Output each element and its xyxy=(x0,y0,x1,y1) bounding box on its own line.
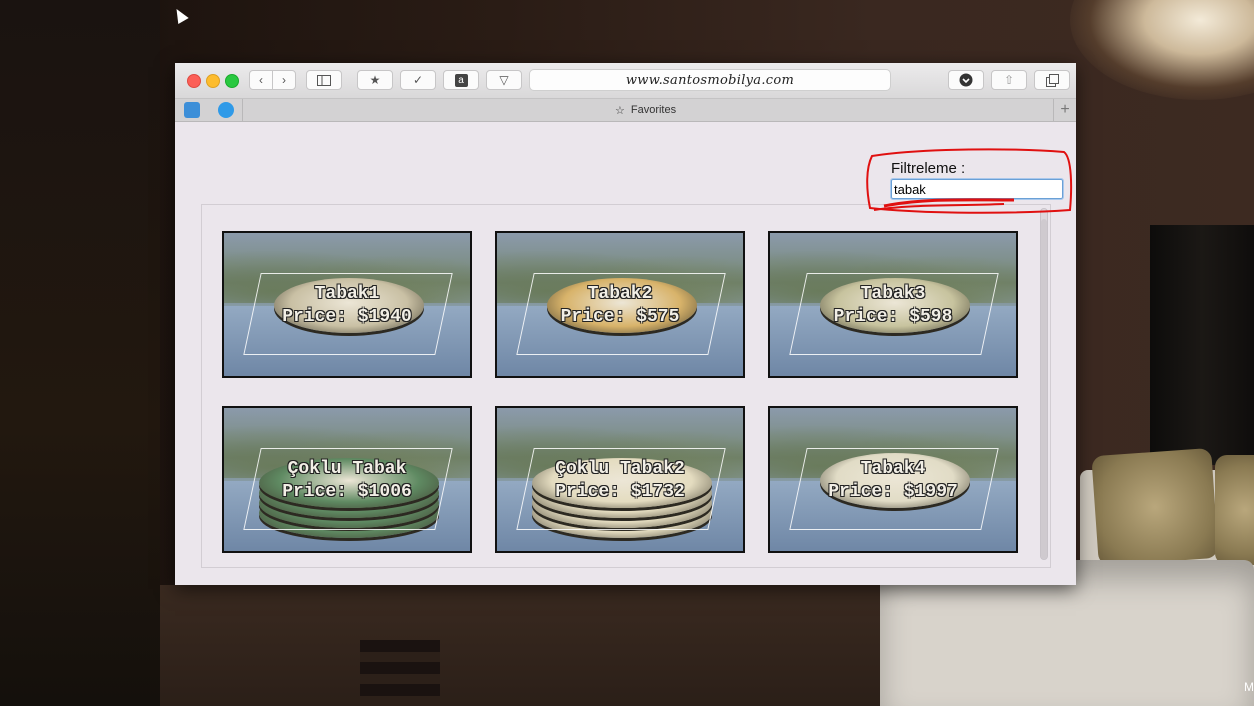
favorite-tile-icon[interactable] xyxy=(184,102,200,118)
mouse-cursor-icon xyxy=(171,5,189,25)
share-icon: ⇧ xyxy=(1003,73,1015,87)
corner-glyph: M xyxy=(1244,680,1254,694)
amazon-icon: a xyxy=(454,73,468,87)
background-floor xyxy=(160,585,920,706)
sofa-pillow xyxy=(1215,455,1254,565)
back-button[interactable]: ‹ xyxy=(249,70,273,90)
favorites-label: Favorites xyxy=(630,104,677,116)
zoom-window-button[interactable] xyxy=(225,74,239,88)
favorites-bar: ☆ Favorites + xyxy=(175,99,1076,122)
product-price: Price: $598 xyxy=(833,307,953,327)
forward-button[interactable]: › xyxy=(272,70,296,90)
checkmark-circle-icon: ✓ xyxy=(412,73,424,87)
downloads-button[interactable] xyxy=(948,70,984,90)
product-name: Tabak1 xyxy=(314,284,380,304)
product-card[interactable]: Çoklu Tabak Price: $1006 xyxy=(222,406,472,553)
product-price: Price: $1997 xyxy=(828,482,958,502)
product-name: Çoklu Tabak xyxy=(287,459,407,479)
star-outline-icon: ☆ xyxy=(615,104,625,117)
product-name: Çoklu Tabak2 xyxy=(555,459,685,479)
sidebar-icon xyxy=(317,74,331,86)
browser-toolbar: ‹ › ★ ✓ a ▽ www.santosmobilya.com ⇧ xyxy=(175,63,1076,99)
product-name: Tabak4 xyxy=(860,459,926,479)
extension-amazon-button[interactable]: a xyxy=(443,70,479,90)
extension-check-button[interactable]: ✓ xyxy=(400,70,436,90)
sofa-pillow xyxy=(1091,447,1219,567)
sidebar-button[interactable] xyxy=(306,70,342,90)
chevron-left-icon: ‹ xyxy=(259,73,263,87)
background-wall xyxy=(0,0,160,706)
bookmark-button[interactable]: ★ xyxy=(357,70,393,90)
product-card[interactable]: Tabak3 Price: $598 xyxy=(768,231,1018,378)
product-price: Price: $575 xyxy=(560,307,680,327)
scrollbar-thumb[interactable] xyxy=(1041,219,1047,559)
product-card[interactable]: Tabak2 Price: $575 xyxy=(495,231,745,378)
new-tab-button[interactable]: + xyxy=(1053,99,1076,121)
product-price: Price: $1006 xyxy=(282,482,412,502)
filter-input[interactable] xyxy=(890,178,1064,200)
ceiling-lamp-glow xyxy=(1070,0,1254,100)
background-window xyxy=(1150,225,1254,465)
favorites-divider xyxy=(242,99,243,121)
close-window-button[interactable] xyxy=(187,74,201,88)
star-icon: ★ xyxy=(369,73,381,87)
tabs-icon xyxy=(1045,73,1059,87)
background-stairs xyxy=(360,640,440,706)
pocket-icon: ▽ xyxy=(499,73,509,87)
url-text: www.santosmobilya.com xyxy=(625,72,795,88)
favorite-check-icon[interactable] xyxy=(218,102,234,118)
chevron-right-icon: › xyxy=(282,73,286,87)
product-name: Tabak3 xyxy=(860,284,926,304)
filter-box: Filtreleme : xyxy=(890,160,1066,200)
download-icon xyxy=(959,73,973,87)
product-name: Tabak2 xyxy=(587,284,653,304)
product-price: Price: $1940 xyxy=(282,307,412,327)
share-button[interactable]: ⇧ xyxy=(991,70,1027,90)
plus-icon: + xyxy=(1060,101,1070,118)
extension-pocket-button[interactable]: ▽ xyxy=(486,70,522,90)
filter-label: Filtreleme : xyxy=(891,160,966,177)
product-card[interactable]: Tabak1 Price: $1940 xyxy=(222,231,472,378)
product-card[interactable]: Tabak4 Price: $1997 xyxy=(768,406,1018,553)
minimize-window-button[interactable] xyxy=(206,74,220,88)
product-price: Price: $1732 xyxy=(555,482,685,502)
tabs-overview-button[interactable] xyxy=(1034,70,1070,90)
product-card[interactable]: Çoklu Tabak2 Price: $1732 xyxy=(495,406,745,553)
vertical-scrollbar[interactable] xyxy=(1040,208,1048,560)
address-bar[interactable]: www.santosmobilya.com xyxy=(529,69,891,91)
favorites-title: ☆ Favorites xyxy=(615,99,676,121)
